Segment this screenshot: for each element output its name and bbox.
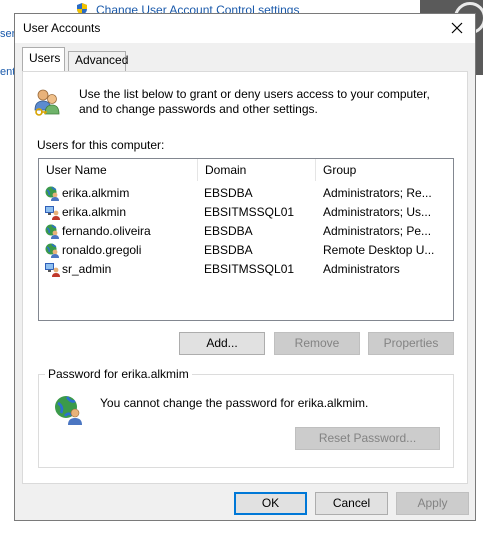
- user-group: Administrators; Us...: [323, 205, 432, 219]
- domain-user-icon: [45, 186, 59, 201]
- column-header-group[interactable]: Group: [316, 159, 453, 181]
- user-name: erika.alkmin: [62, 205, 127, 219]
- user-domain: EBSITMSSQL01: [204, 205, 295, 219]
- background-text: ent: [0, 66, 16, 78]
- user-group: Administrators: [323, 262, 400, 276]
- user-name: fernando.oliveira: [62, 224, 151, 238]
- user-group: Remote Desktop U...: [323, 243, 435, 257]
- column-header-domain[interactable]: Domain: [198, 159, 316, 181]
- list-header: User Name Domain Group: [39, 159, 453, 181]
- password-group: Password for erika.alkmim You cannot cha…: [38, 367, 454, 468]
- domain-user-icon: [45, 224, 59, 239]
- title-bar: User Accounts: [15, 14, 475, 43]
- user-group: Administrators; Re...: [323, 186, 432, 200]
- add-button[interactable]: Add...: [179, 332, 265, 355]
- users-list-label: Users for this computer:: [37, 138, 165, 152]
- close-icon[interactable]: [445, 16, 469, 40]
- password-message: You cannot change the password for erika…: [100, 396, 369, 410]
- user-group: Administrators; Pe...: [323, 224, 432, 238]
- table-row[interactable]: sr_admin EBSITMSSQL01 Administrators: [39, 260, 453, 279]
- dialog-title: User Accounts: [23, 21, 101, 35]
- intro-text: Use the list below to grant or deny user…: [79, 87, 430, 116]
- table-row[interactable]: erika.alkmim EBSDBA Administrators; Re..…: [39, 184, 453, 203]
- user-domain: EBSDBA: [204, 243, 253, 257]
- domain-user-icon: [45, 243, 59, 258]
- apply-button[interactable]: Apply: [396, 492, 469, 515]
- user-domain: EBSDBA: [204, 186, 253, 200]
- cancel-button[interactable]: Cancel: [315, 492, 388, 515]
- table-row[interactable]: erika.alkmin EBSITMSSQL01 Administrators…: [39, 203, 453, 222]
- users-icon: [34, 89, 60, 116]
- tab-users[interactable]: Users: [22, 47, 65, 71]
- local-user-icon: [45, 263, 60, 277]
- reset-password-button[interactable]: Reset Password...: [295, 427, 440, 450]
- user-domain: EBSDBA: [204, 224, 253, 238]
- table-row[interactable]: fernando.oliveira EBSDBA Administrators;…: [39, 222, 453, 241]
- users-tab-panel: Use the list below to grant or deny user…: [22, 71, 468, 484]
- ok-button[interactable]: OK: [234, 492, 307, 515]
- column-header-user-name[interactable]: User Name: [39, 159, 198, 181]
- tab-advanced[interactable]: Advanced: [68, 51, 128, 71]
- local-user-icon: [45, 206, 60, 220]
- password-group-label: Password for erika.alkmim: [45, 367, 192, 381]
- users-list[interactable]: User Name Domain Group erika.alkmim EBSD…: [38, 158, 454, 321]
- user-name: erika.alkmim: [62, 186, 130, 200]
- properties-button[interactable]: Properties: [368, 332, 454, 355]
- table-row[interactable]: ronaldo.gregoli EBSDBA Remote Desktop U.…: [39, 241, 453, 260]
- background-text: ser: [0, 28, 16, 40]
- remove-button[interactable]: Remove: [274, 332, 360, 355]
- user-name: ronaldo.gregoli: [62, 243, 142, 257]
- user-domain: EBSITMSSQL01: [204, 262, 295, 276]
- user-accounts-dialog: User Accounts Users Advanced Use the lis…: [14, 13, 476, 521]
- domain-user-icon: [55, 396, 82, 425]
- user-name: sr_admin: [62, 262, 112, 276]
